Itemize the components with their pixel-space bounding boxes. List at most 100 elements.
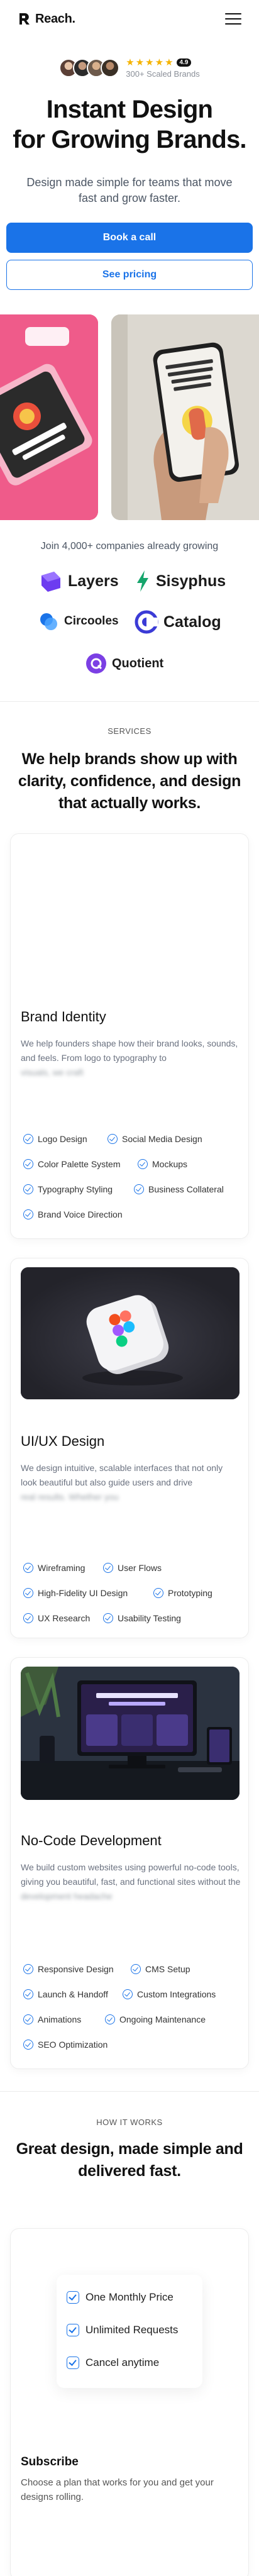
company-name: Layers xyxy=(68,572,119,590)
service-tag: CMS Setup xyxy=(131,1964,190,1974)
company-name: Catalog xyxy=(163,613,221,631)
service-card-nocode-development: No-Code Development We build custom webs… xyxy=(10,1657,249,2069)
company-name: Sisyphus xyxy=(156,572,226,590)
checklist-item: One Monthly Price xyxy=(67,2291,174,2304)
check-circle-icon xyxy=(103,1563,113,1573)
service-card-description: We design intuitive, scalable interfaces… xyxy=(21,1463,223,1502)
catalog-icon xyxy=(135,610,158,634)
section-divider xyxy=(0,701,259,702)
hero-title-line1: Instant Design xyxy=(46,96,213,123)
checkbox-icon xyxy=(67,2291,79,2304)
check-circle-icon xyxy=(23,1209,33,1219)
check-circle-icon xyxy=(23,1184,33,1194)
quotient-icon xyxy=(86,653,106,674)
check-circle-icon xyxy=(103,1613,113,1623)
star-icon: ★ xyxy=(145,57,154,68)
service-card-uiux-design: UI/UX Design We design intuitive, scalab… xyxy=(10,1258,249,1638)
see-pricing-button[interactable]: See pricing xyxy=(6,260,253,290)
companies-heading: Join 4,000+ companies already growing xyxy=(40,541,219,552)
checklist-item: Unlimited Requests xyxy=(67,2324,178,2336)
company-logo-circooles: Circooles xyxy=(39,611,119,631)
logo[interactable]: Reach. xyxy=(18,12,75,26)
check-circle-icon xyxy=(153,1588,163,1598)
reach-r-logo-icon xyxy=(19,13,30,25)
circooles-icon xyxy=(40,613,57,630)
checklist-item: Cancel anytime xyxy=(67,2357,159,2369)
service-tag: Business Collateral xyxy=(134,1184,224,1194)
scaled-brands-text: 300+ Scaled Brands xyxy=(126,69,200,79)
service-card-description: We help founders shape how their brand l… xyxy=(21,1038,238,1077)
star-rating: ★ ★ ★ ★ ★ 4.9 xyxy=(126,57,199,68)
service-tag: Typography Styling xyxy=(23,1184,113,1194)
layers-icon xyxy=(41,572,60,592)
check-circle-icon xyxy=(23,1964,33,1974)
star-icon: ★ xyxy=(165,57,174,68)
service-tag: User Flows xyxy=(103,1563,162,1573)
sisyphus-icon xyxy=(137,570,148,592)
service-card-title: No-Code Development xyxy=(21,1833,162,1848)
site-header: Reach. xyxy=(0,0,259,38)
check-circle-icon xyxy=(23,1134,33,1144)
phone-mockup-image xyxy=(111,314,259,520)
hamburger-menu-icon[interactable] xyxy=(225,13,241,25)
work-gallery xyxy=(0,314,259,520)
book-call-button[interactable]: Book a call xyxy=(6,223,253,253)
service-tag: Ongoing Maintenance xyxy=(105,2014,206,2024)
service-tag: Usability Testing xyxy=(103,1613,181,1623)
social-proof: ★ ★ ★ ★ ★ 4.9 300+ Scaled Brands xyxy=(0,57,259,79)
company-logo-sisyphus: Sisyphus xyxy=(135,569,226,593)
check-circle-icon xyxy=(23,1588,33,1598)
landing-page: Reach. ★ ★ ★ ★ ★ 4.9 300+ Scaled Brands Inst… xyxy=(0,0,259,2576)
check-circle-icon xyxy=(105,2014,115,2024)
hero-subtitle: Design made simple for teams that move f… xyxy=(26,176,233,204)
service-tag: SEO Optimization xyxy=(23,2040,107,2050)
hero-title: Instant Design for Growing Brands. xyxy=(0,94,259,155)
service-tag: Mockups xyxy=(138,1159,187,1169)
company-logo-quotient: Quotient xyxy=(85,653,163,674)
service-tag: Launch & Handoff xyxy=(23,1989,108,1999)
company-logo-layers: Layers xyxy=(39,569,119,593)
star-icon: ★ xyxy=(155,57,164,68)
service-card-brand-identity: Brand Identity We help founders shape ho… xyxy=(10,833,249,1239)
star-icon: ★ xyxy=(126,57,135,68)
step-description: Choose a plan that works for you and get… xyxy=(21,2477,214,2502)
service-tag: Prototyping xyxy=(153,1588,212,1598)
service-tag: Custom Integrations xyxy=(123,1989,216,1999)
service-card-description: We build custom websites using powerful … xyxy=(21,1862,241,1901)
avatar-group xyxy=(59,58,120,77)
section-divider xyxy=(0,2091,259,2092)
how-it-works-eyebrow: HOW IT WORKS xyxy=(96,2118,163,2127)
avatar xyxy=(101,58,120,77)
service-tag: Social Media Design xyxy=(107,1134,202,1144)
step-title: Subscribe xyxy=(21,2455,79,2468)
service-tag: Wireframing xyxy=(23,1563,85,1573)
services-heading: We help brands show up with clarity, con… xyxy=(18,750,241,812)
service-tag: Animations xyxy=(23,2014,81,2024)
check-circle-icon xyxy=(107,1134,118,1144)
service-tag: High-Fidelity UI Design xyxy=(23,1588,128,1598)
check-circle-icon xyxy=(131,1964,141,1974)
services-eyebrow: SERVICES xyxy=(107,726,152,736)
checkbox-icon xyxy=(67,2324,79,2336)
check-circle-icon xyxy=(23,1563,33,1573)
service-tag: Logo Design xyxy=(23,1134,87,1144)
rating-score: 4.9 xyxy=(176,58,192,67)
check-circle-icon xyxy=(23,2040,33,2050)
service-tag: UX Research xyxy=(23,1613,90,1623)
pricing-checklist: One Monthly Price Unlimited Requests Can… xyxy=(57,2275,202,2388)
brand-mockup-image xyxy=(0,314,98,520)
checkbox-icon xyxy=(67,2357,79,2369)
check-circle-icon xyxy=(23,1159,33,1169)
check-circle-icon xyxy=(23,1989,33,1999)
check-circle-icon xyxy=(123,1989,133,1999)
service-tag: Brand Voice Direction xyxy=(23,1209,123,1219)
company-name: Quotient xyxy=(112,656,164,670)
check-circle-icon xyxy=(134,1184,144,1194)
check-circle-icon xyxy=(23,2014,33,2024)
service-tag: Color Palette System xyxy=(23,1159,121,1169)
service-card-title: UI/UX Design xyxy=(21,1433,105,1449)
logo-text: Reach. xyxy=(35,11,75,26)
website-dashboard-image xyxy=(21,1667,240,1800)
check-circle-icon xyxy=(138,1159,148,1169)
company-name: Circooles xyxy=(64,614,119,628)
